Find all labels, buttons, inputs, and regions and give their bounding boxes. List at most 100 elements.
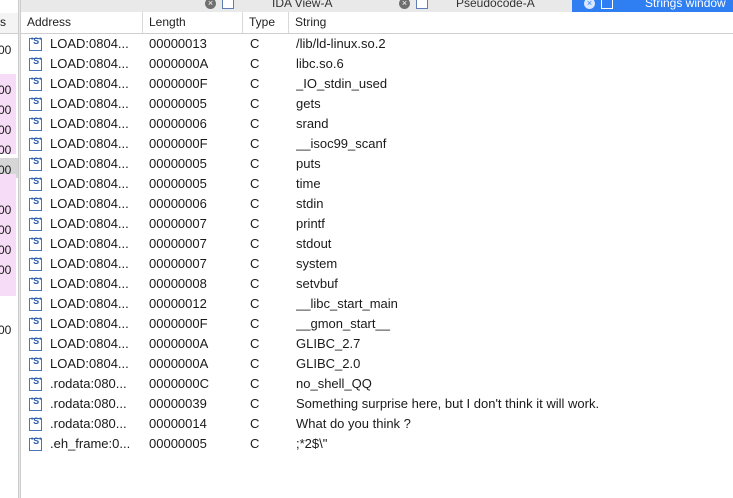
- string-icon-glyph: 'S': [31, 35, 42, 46]
- table-row[interactable]: 'S' LOAD:0804... 0000000F C __gmon_start__: [21, 314, 733, 334]
- address-text: LOAD:0804...: [50, 176, 129, 191]
- string-icon-glyph: 'S': [31, 195, 42, 206]
- table-row[interactable]: 'S' LOAD:0804... 0000000A Clibc.so.6: [21, 54, 733, 74]
- type-cell: C: [250, 76, 260, 91]
- address-cell: 'S' LOAD:0804...: [29, 294, 147, 314]
- string-cell: printf: [296, 216, 325, 231]
- tab-label: Strings window: [645, 0, 726, 10]
- length-cell: 00000014: [149, 416, 207, 431]
- table-row[interactable]: 'S' .eh_frame:0... 00000005 C ;*2$\": [21, 434, 733, 454]
- string-icon: 'S': [29, 356, 42, 371]
- table-row[interactable]: 'S' .rodata:080... 0000000C Cno_shell_QQ: [21, 374, 733, 394]
- type-cell: C: [250, 176, 260, 191]
- table-row[interactable]: 'S' LOAD:0804... 0000000A C GLIBC_2.0: [21, 354, 733, 374]
- string-icon: 'S': [29, 175, 42, 191]
- address-cell: 'S' LOAD:0804...: [29, 114, 147, 134]
- tab-ida-view-a[interactable]: × IDA View-A: [205, 0, 395, 12]
- address-text: LOAD:0804...: [50, 236, 129, 251]
- length-cell: 0000000A: [149, 336, 209, 351]
- type-cell: C: [250, 396, 260, 411]
- left-pane-fragment: 00: [0, 323, 12, 337]
- string-icon-glyph: 'S': [31, 235, 42, 246]
- left-pane-fragment: 00: [0, 43, 12, 57]
- string-cell: no_shell_QQ: [296, 376, 372, 391]
- close-icon[interactable]: ×: [584, 0, 595, 9]
- table-row[interactable]: 'S' LOAD:0804... 00000006 Csrand: [21, 114, 733, 134]
- string-cell: gets: [296, 96, 321, 111]
- string-icon-glyph: 'S': [31, 155, 42, 166]
- table-row[interactable]: 'S' LOAD:0804... 00000013 C/lib/ld-linux.so…: [21, 34, 733, 54]
- string-cell: srand: [296, 116, 329, 131]
- string-icon: 'S': [29, 96, 42, 111]
- string-icon: 'S': [29, 276, 42, 291]
- string-cell: setvbuf: [296, 276, 338, 291]
- table-row[interactable]: 'S' .rodata:080... 00000039 C Something surp…: [21, 394, 733, 414]
- tab-strings-window[interactable]: × Strings window: [572, 0, 733, 12]
- table-row[interactable]: 'S' LOAD:0804... 00000012 C __libc_start_mai…: [21, 294, 733, 314]
- table-row[interactable]: 'S' LOAD:0804... 00000008 Csetvbuf: [21, 274, 733, 294]
- close-icon[interactable]: ×: [399, 0, 410, 9]
- string-icon: 'S': [29, 155, 42, 171]
- column-header-address[interactable]: Address: [21, 12, 143, 33]
- table-row[interactable]: 'S' LOAD:0804... 0000000F C _IO_stdin_used: [21, 74, 733, 94]
- column-header-string[interactable]: String: [289, 12, 733, 33]
- type-cell: C: [250, 436, 260, 451]
- column-header-type[interactable]: Type: [243, 12, 289, 33]
- string-icon-glyph: 'S': [31, 75, 42, 86]
- length-cell: 0000000A: [149, 356, 209, 371]
- address-text: LOAD:0804...: [50, 36, 129, 51]
- string-icon-glyph: 'S': [31, 255, 42, 266]
- type-cell: C: [250, 336, 260, 351]
- table-row[interactable]: 'S' LOAD:0804... 00000007 Cstdout: [21, 234, 733, 254]
- string-cell: GLIBC_2.0: [296, 356, 361, 371]
- string-icon-glyph: 'S': [31, 295, 42, 306]
- tab-label: Pseudocode-A: [456, 0, 535, 10]
- column-header-length[interactable]: Length: [143, 12, 243, 33]
- address-cell: 'S' .rodata:080...: [29, 414, 147, 434]
- string-icon: 'S': [29, 435, 42, 451]
- table-row[interactable]: 'S' LOAD:0804... 0000000A C GLIBC_2.7: [21, 334, 733, 354]
- string-icon-glyph: 'S': [31, 135, 42, 146]
- string-icon: 'S': [29, 316, 42, 331]
- address-cell: 'S' .eh_frame:0...: [29, 434, 147, 454]
- address-text: LOAD:0804...: [50, 196, 129, 211]
- table-row[interactable]: 'S' .rodata:080... 00000014 C What do you th…: [21, 414, 733, 434]
- string-icon: 'S': [29, 376, 42, 391]
- address-cell: 'S' LOAD:0804...: [29, 334, 147, 354]
- length-cell: 00000005: [149, 156, 207, 171]
- type-cell: C: [250, 96, 260, 111]
- close-icon[interactable]: ×: [205, 0, 216, 9]
- left-pane-fragment: 00: [0, 123, 12, 137]
- string-icon: 'S': [29, 235, 42, 251]
- left-pane-fragment: 00: [0, 203, 12, 217]
- string-cell: system: [296, 256, 338, 271]
- table-header: Address Length Type String: [21, 12, 733, 34]
- address-text: LOAD:0804...: [50, 116, 129, 131]
- type-cell: C: [250, 276, 260, 291]
- table-row[interactable]: 'S' LOAD:0804... 00000005 Ctime: [21, 174, 733, 194]
- string-cell: GLIBC_2.7: [296, 336, 361, 351]
- table-row[interactable]: 'S' LOAD:0804... 00000006 Cstdin: [21, 194, 733, 214]
- table-row[interactable]: 'S' LOAD:0804... 00000007 Csystem: [21, 254, 733, 274]
- string-icon: 'S': [29, 135, 42, 151]
- table-row[interactable]: 'S' LOAD:0804... 00000005 Cgets: [21, 94, 733, 114]
- left-pane-fragment: 00: [0, 263, 12, 277]
- length-cell: 00000039: [149, 396, 207, 411]
- string-icon: 'S': [29, 56, 42, 71]
- tab-pseudocode-a[interactable]: × Pseudocode-A: [399, 0, 587, 12]
- string-icon-glyph: 'S': [31, 435, 42, 446]
- left-pane-fragment: 00: [0, 223, 12, 237]
- address-text: LOAD:0804...: [50, 296, 129, 311]
- address-text: LOAD:0804...: [50, 56, 129, 71]
- table-row[interactable]: 'S' LOAD:0804... 00000005 Cputs: [21, 154, 733, 174]
- left-pane-header-fragment: s: [0, 15, 6, 29]
- left-pane-header: s: [0, 13, 18, 34]
- table-row[interactable]: 'S' LOAD:0804... 00000007 Cprintf: [21, 214, 733, 234]
- length-cell: 00000005: [149, 436, 207, 451]
- table-row[interactable]: 'S' LOAD:0804... 0000000F C __isoc99_scanf: [21, 134, 733, 154]
- strings-table: Address Length Type String 'S' LOAD:0804.…: [21, 12, 733, 454]
- address-cell: 'S' LOAD:0804...: [29, 254, 147, 274]
- string-icon-glyph: 'S': [31, 175, 42, 186]
- length-cell: 00000005: [149, 176, 207, 191]
- string-icon: 'S': [29, 336, 42, 351]
